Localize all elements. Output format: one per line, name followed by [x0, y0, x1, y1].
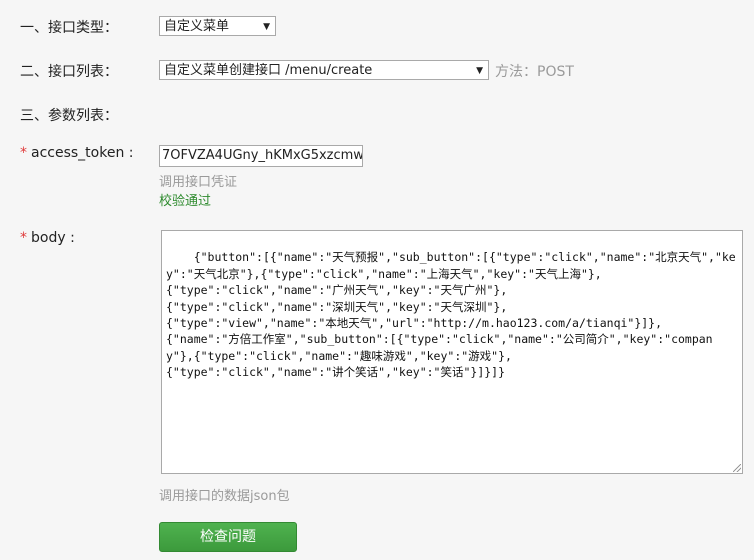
interface-list-label: 二、接口列表：	[20, 64, 118, 80]
interface-list-select[interactable]: 自定义菜单创建接口 /menu/create ▼	[159, 60, 489, 80]
required-mark: *	[20, 145, 27, 161]
validation-status: 校验通过	[159, 194, 212, 209]
api-debug-form: 一、接口类型： 自定义菜单 ▼ 二、接口列表： 自定义菜单创建接口 /menu/…	[0, 0, 754, 560]
body-label-text: body :	[31, 230, 75, 246]
interface-type-select[interactable]: 自定义菜单 ▼	[159, 16, 276, 36]
access-token-label-text: access_token :	[31, 145, 134, 161]
method-label: 方法：POST	[495, 64, 574, 80]
chevron-down-icon: ▼	[476, 66, 483, 76]
resize-grip-icon[interactable]	[733, 464, 741, 472]
access-token-hint: 调用接口凭证	[159, 175, 238, 190]
body-label: * body :	[20, 230, 75, 246]
body-hint: 调用接口的数据json包	[159, 489, 290, 504]
interface-list-value: 自定义菜单创建接口 /menu/create	[164, 63, 373, 78]
interface-type-label: 一、接口类型：	[20, 20, 118, 36]
params-label: 三、参数列表：	[20, 108, 118, 124]
body-json-content: {"button":[{"name":"天气预报","sub_button":[…	[166, 250, 736, 380]
check-issues-button[interactable]: 检查问题	[159, 522, 297, 552]
access-token-label: * access_token :	[20, 145, 134, 161]
interface-type-value: 自定义菜单	[164, 19, 230, 34]
chevron-down-icon: ▼	[263, 22, 270, 32]
access-token-input[interactable]: 7OFVZA4UGny_hKMxG5xzcmwN	[159, 145, 363, 167]
required-mark: *	[20, 230, 27, 246]
body-textarea[interactable]: {"button":[{"name":"天气预报","sub_button":[…	[161, 230, 743, 474]
